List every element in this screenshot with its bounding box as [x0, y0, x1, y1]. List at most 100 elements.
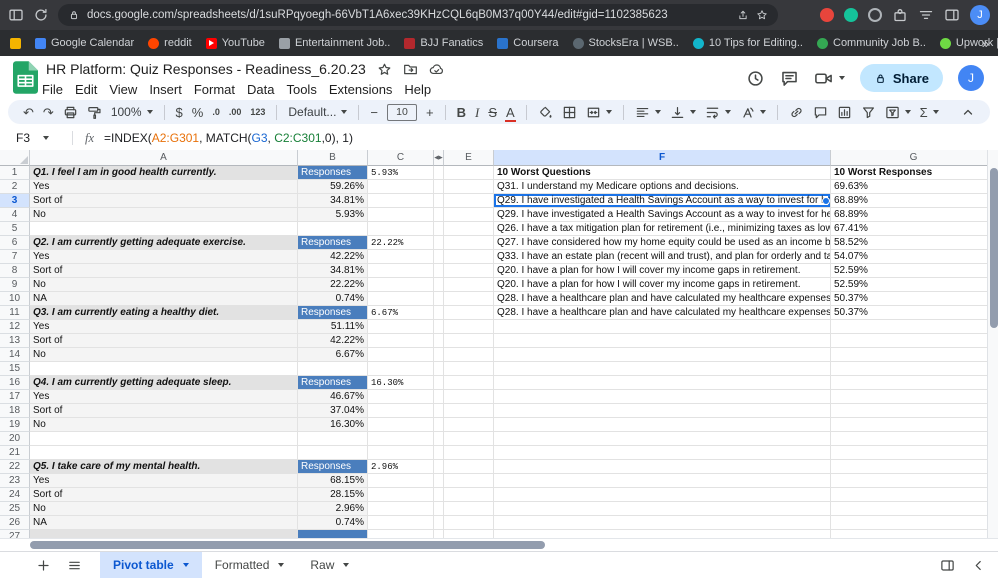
cell-F7[interactable]: Q33. I have an estate plan (recent will …	[494, 250, 831, 264]
bookmark-star-icon[interactable]	[756, 9, 768, 21]
cell-F3[interactable]: Q29. I have investigated a Health Saving…	[494, 194, 831, 208]
cell-C4[interactable]	[368, 208, 434, 222]
cell-E5[interactable]	[444, 222, 494, 236]
downloads-icon[interactable]	[918, 7, 934, 23]
cell-E12[interactable]	[444, 320, 494, 334]
cell-A22[interactable]: Q5. I take care of my mental health.	[30, 460, 298, 474]
row-header-4[interactable]: 4	[0, 208, 30, 222]
cell-D26[interactable]	[434, 516, 444, 530]
cell-D12[interactable]	[434, 320, 444, 334]
cell-F17[interactable]	[494, 390, 831, 404]
cell-E26[interactable]	[444, 516, 494, 530]
row-header-13[interactable]: 13	[0, 334, 30, 348]
cell-C13[interactable]	[368, 334, 434, 348]
cell-G13[interactable]	[831, 334, 997, 348]
cell-D5[interactable]	[434, 222, 444, 236]
cell-F4[interactable]: Q29. I have investigated a Health Saving…	[494, 208, 831, 222]
format-as-currency-button[interactable]: $	[175, 102, 184, 122]
column-header-E[interactable]: E	[444, 150, 494, 166]
cell-E4[interactable]	[444, 208, 494, 222]
column-header-B[interactable]: B	[298, 150, 368, 166]
browser-profile-avatar[interactable]: J	[970, 5, 990, 25]
row-header-6[interactable]: 6	[0, 236, 30, 250]
cell-B24[interactable]: 28.15%	[298, 488, 368, 502]
star-document-icon[interactable]	[377, 62, 392, 77]
bookmark-community-job-b[interactable]: Community Job B..	[817, 37, 926, 49]
row-header-18[interactable]: 18	[0, 404, 30, 418]
cell-F2[interactable]: Q31. I understand my Medicare options an…	[494, 180, 831, 194]
row-header-16[interactable]: 16	[0, 376, 30, 390]
cell-E23[interactable]	[444, 474, 494, 488]
cell-A6[interactable]: Q2. I am currently getting adequate exer…	[30, 236, 298, 250]
cell-G4[interactable]: 68.89%	[831, 208, 997, 222]
cell-D24[interactable]	[434, 488, 444, 502]
cell-E1[interactable]	[444, 166, 494, 180]
insert-link-button[interactable]	[788, 102, 805, 122]
borders-button[interactable]	[561, 102, 578, 122]
bookmark-entertainment-job[interactable]: Entertainment Job..	[279, 37, 390, 49]
cell-G22[interactable]	[831, 460, 997, 474]
cell-E9[interactable]	[444, 278, 494, 292]
sheet-tab-pivot-table[interactable]: Pivot table	[100, 552, 202, 578]
cell-C15[interactable]	[368, 362, 434, 376]
cell-C26[interactable]	[368, 516, 434, 530]
bookmark-10-tips-for-editing[interactable]: 10 Tips for Editing..	[693, 37, 803, 49]
cell-E3[interactable]	[444, 194, 494, 208]
cell-A3[interactable]: Sort of	[30, 194, 298, 208]
row-header-1[interactable]: 1	[0, 166, 30, 180]
cell-A15[interactable]	[30, 362, 298, 376]
column-header-hidden[interactable]: ◀▶	[434, 150, 444, 166]
cell-A4[interactable]: No	[30, 208, 298, 222]
cell-F8[interactable]: Q20. I have a plan for how I will cover …	[494, 264, 831, 278]
cell-B12[interactable]: 51.11%	[298, 320, 368, 334]
cell-D2[interactable]	[434, 180, 444, 194]
cell-E17[interactable]	[444, 390, 494, 404]
cell-G23[interactable]	[831, 474, 997, 488]
bold-button[interactable]: B	[456, 102, 467, 122]
column-header-A[interactable]: A	[30, 150, 298, 166]
share-button[interactable]: Share	[860, 64, 943, 92]
fill-handle[interactable]	[822, 197, 830, 205]
decrease-decimal-places-button[interactable]: .0	[211, 102, 221, 122]
cell-E25[interactable]	[444, 502, 494, 516]
cell-E16[interactable]	[444, 376, 494, 390]
meet-button[interactable]	[814, 69, 845, 88]
row-header-9[interactable]: 9	[0, 278, 30, 292]
cell-D18[interactable]	[434, 404, 444, 418]
cell-G12[interactable]	[831, 320, 997, 334]
sheets-logo-icon[interactable]	[13, 61, 38, 94]
cell-C1[interactable]: 5.93%	[368, 166, 434, 180]
cell-C18[interactable]	[368, 404, 434, 418]
cell-B21[interactable]	[298, 446, 368, 460]
cell-B3[interactable]: 34.81%	[298, 194, 368, 208]
print-button[interactable]	[62, 102, 79, 122]
cell-A5[interactable]	[30, 222, 298, 236]
cell-D3[interactable]	[434, 194, 444, 208]
cell-G18[interactable]	[831, 404, 997, 418]
row-header-2[interactable]: 2	[0, 180, 30, 194]
sidebar-toggle-icon[interactable]	[8, 7, 24, 23]
name-box[interactable]: F3	[0, 131, 72, 145]
cell-D11[interactable]	[434, 306, 444, 320]
menu-view[interactable]: View	[103, 81, 143, 98]
cell-A24[interactable]: Sort of	[30, 488, 298, 502]
cell-D19[interactable]	[434, 418, 444, 432]
refresh-icon[interactable]	[33, 7, 49, 23]
cell-E22[interactable]	[444, 460, 494, 474]
cell-B5[interactable]	[298, 222, 368, 236]
comments-icon[interactable]	[780, 69, 799, 88]
cell-F22[interactable]	[494, 460, 831, 474]
cell-D9[interactable]	[434, 278, 444, 292]
cell-D21[interactable]	[434, 446, 444, 460]
cell-A10[interactable]: NA	[30, 292, 298, 306]
cell-D1[interactable]	[434, 166, 444, 180]
cell-F27[interactable]	[494, 530, 831, 538]
cell-D17[interactable]	[434, 390, 444, 404]
row-header-19[interactable]: 19	[0, 418, 30, 432]
cell-G9[interactable]: 52.59%	[831, 278, 997, 292]
cell-B23[interactable]: 68.15%	[298, 474, 368, 488]
row-header-15[interactable]: 15	[0, 362, 30, 376]
cell-G20[interactable]	[831, 432, 997, 446]
row-header-5[interactable]: 5	[0, 222, 30, 236]
share-page-icon[interactable]	[737, 9, 749, 21]
